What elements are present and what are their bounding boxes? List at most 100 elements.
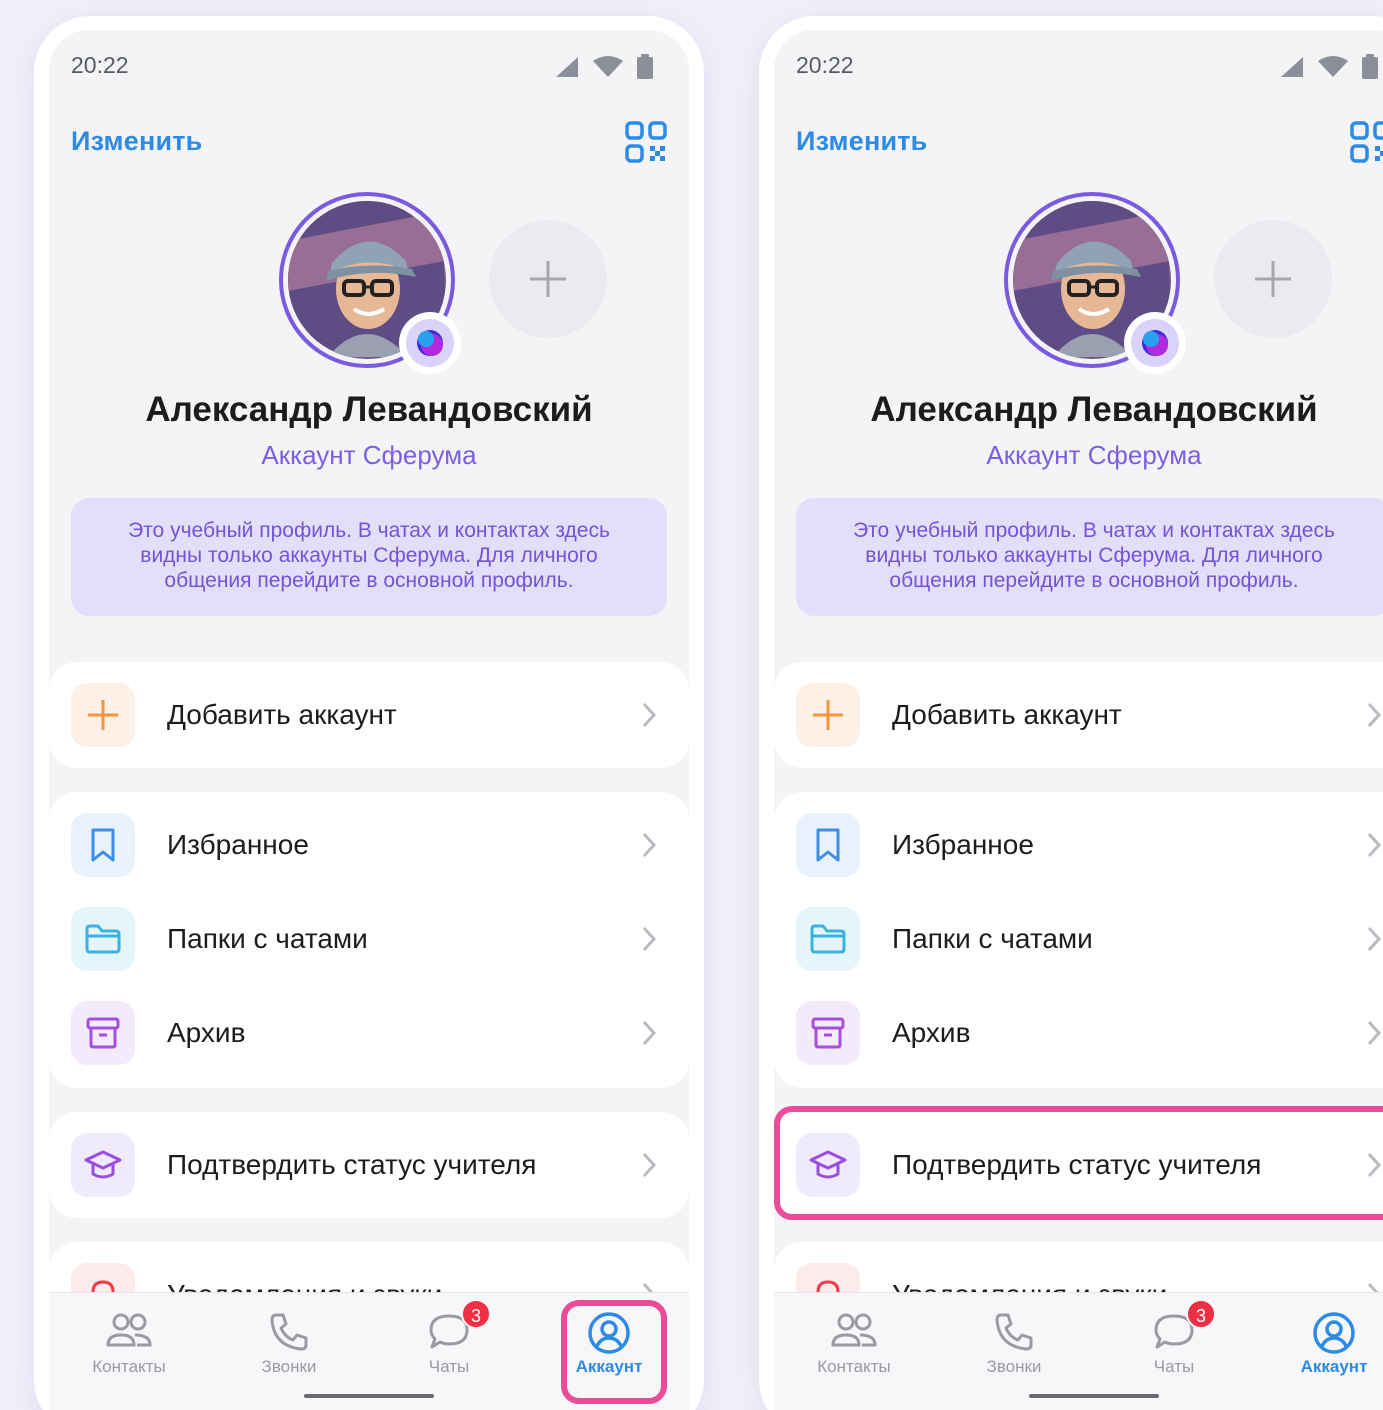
graduation-cap-icon (796, 1133, 860, 1197)
battery-icon (1362, 54, 1378, 79)
menu-item-confirm-teacher[interactable]: Подтвердить статус учителя (774, 1118, 1383, 1212)
plus-icon (530, 261, 566, 297)
cellular-signal-icon (556, 57, 578, 77)
account-screen: 20:22 Изменить Александр Левандовский Ак… (774, 30, 1383, 1410)
plus-orange-icon (71, 683, 135, 747)
menu-item-label: Архив (892, 1017, 971, 1048)
qr-code-icon[interactable] (624, 120, 668, 169)
archive-icon (71, 1001, 135, 1065)
status-icons (554, 54, 654, 80)
chevron-right-icon (642, 702, 657, 728)
nav-chats[interactable]: 3 Чаты (369, 1293, 529, 1403)
account-screen: 20:22 Изменить Александр Левандовский Ак… (49, 30, 689, 1410)
edit-profile-link[interactable]: Изменить (71, 126, 202, 157)
chevron-right-icon (1367, 702, 1382, 728)
plus-orange-icon (796, 683, 860, 747)
bottom-nav: Контакты Звонки 3 Чаты Аккаунт (774, 1292, 1383, 1410)
menu-item-label: Добавить аккаунт (167, 699, 397, 730)
phone-icon (270, 1313, 308, 1351)
nav-label: Аккаунт (575, 1357, 643, 1376)
menu-item-favorites[interactable]: Избранное (774, 798, 1383, 892)
nav-contacts[interactable]: Контакты (774, 1293, 934, 1403)
menu-item-archive[interactable]: Архив (49, 986, 689, 1080)
nav-calls[interactable]: Звонки (209, 1293, 369, 1403)
nav-account[interactable]: Аккаунт (1254, 1293, 1383, 1403)
chevron-right-icon (642, 926, 657, 952)
qr-code-icon[interactable] (1349, 120, 1383, 169)
status-time: 20:22 (71, 52, 129, 78)
chevron-right-icon (1367, 1020, 1382, 1046)
add-profile-button[interactable] (1214, 220, 1332, 338)
menu-item-favorites[interactable]: Избранное (49, 798, 689, 892)
graduation-cap-icon (71, 1133, 135, 1197)
contacts-icon (831, 1313, 877, 1347)
unread-badge: 3 (1186, 1299, 1216, 1329)
battery-icon (637, 54, 653, 79)
user-circle-icon (1313, 1312, 1355, 1354)
nav-label: Звонки (986, 1357, 1042, 1376)
nav-label: Звонки (261, 1357, 317, 1376)
nav-label: Контакты (817, 1357, 891, 1376)
phone-right: 20:22 Изменить Александр Левандовский Ак… (759, 16, 1383, 1410)
menu-item-add-account[interactable]: Добавить аккаунт (49, 668, 689, 762)
sferum-badge-icon (1124, 312, 1186, 374)
wifi-icon (1318, 56, 1348, 77)
cellular-signal-icon (1281, 57, 1303, 77)
profile-notice: Это учебный профиль. В чатах и контактах… (796, 498, 1383, 616)
nav-label: Чаты (428, 1357, 470, 1376)
status-icons (1279, 54, 1379, 80)
contacts-icon (106, 1313, 152, 1347)
add-profile-button[interactable] (489, 220, 607, 338)
bookmark-icon (71, 813, 135, 877)
nav-account[interactable]: Аккаунт (529, 1293, 689, 1403)
profile-notice: Это учебный профиль. В чатах и контактах… (71, 498, 667, 616)
home-indicator (1029, 1394, 1159, 1398)
menu-item-label: Добавить аккаунт (892, 699, 1122, 730)
nav-contacts[interactable]: Контакты (49, 1293, 209, 1403)
sferum-badge-icon (399, 312, 461, 374)
folder-icon (796, 907, 860, 971)
menu-item-label: Избранное (167, 829, 309, 860)
wifi-icon (593, 56, 623, 77)
chevron-right-icon (642, 832, 657, 858)
storage-card: Избранное Папки с чатами Архив (49, 792, 689, 1088)
phone-icon (995, 1313, 1033, 1351)
menu-item-label: Подтвердить статус учителя (892, 1149, 1262, 1180)
profile-name: Александр Левандовский (870, 390, 1318, 429)
menu-item-label: Архив (167, 1017, 246, 1048)
unread-badge: 3 (461, 1299, 491, 1329)
folder-icon (71, 907, 135, 971)
home-indicator (304, 1394, 434, 1398)
menu-item-label: Папки с чатами (892, 923, 1093, 954)
account-type: Аккаунт Сферума (986, 440, 1202, 470)
menu-item-chat-folders[interactable]: Папки с чатами (774, 892, 1383, 986)
menu-item-label: Избранное (892, 829, 1034, 860)
nav-chats[interactable]: 3 Чаты (1094, 1293, 1254, 1403)
nav-label: Контакты (92, 1357, 166, 1376)
status-time: 20:22 (796, 52, 854, 78)
chevron-right-icon (642, 1020, 657, 1046)
bookmark-icon (796, 813, 860, 877)
add-account-card: Добавить аккаунт (49, 662, 689, 768)
teacher-card: Подтвердить статус учителя (774, 1112, 1383, 1218)
menu-item-confirm-teacher[interactable]: Подтвердить статус учителя (49, 1118, 689, 1212)
menu-item-archive[interactable]: Архив (774, 986, 1383, 1080)
menu-item-add-account[interactable]: Добавить аккаунт (774, 668, 1383, 762)
account-type: Аккаунт Сферума (261, 440, 477, 470)
phone-left: 20:22 Изменить Александр Левандовский Ак… (34, 16, 704, 1410)
menu-item-label: Подтвердить статус учителя (167, 1149, 537, 1180)
edit-profile-link[interactable]: Изменить (796, 126, 927, 157)
chevron-right-icon (642, 1152, 657, 1178)
storage-card: Избранное Папки с чатами Архив (774, 792, 1383, 1088)
teacher-card: Подтвердить статус учителя (49, 1112, 689, 1218)
archive-icon (796, 1001, 860, 1065)
add-account-card: Добавить аккаунт (774, 662, 1383, 768)
nav-label: Чаты (1153, 1357, 1195, 1376)
chevron-right-icon (1367, 926, 1382, 952)
nav-calls[interactable]: Звонки (934, 1293, 1094, 1403)
menu-item-chat-folders[interactable]: Папки с чатами (49, 892, 689, 986)
user-circle-icon (588, 1312, 630, 1354)
profile-name: Александр Левандовский (145, 390, 593, 429)
chevron-right-icon (1367, 1152, 1382, 1178)
chevron-right-icon (1367, 832, 1382, 858)
